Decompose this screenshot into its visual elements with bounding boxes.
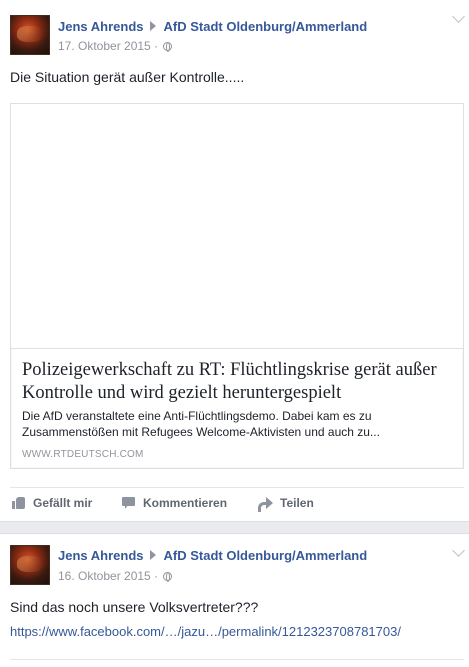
- actions-divider: [10, 659, 464, 660]
- post-actions-bar: Gefällt mir Kommentieren Teilen: [10, 496, 464, 514]
- link-preview-title[interactable]: Polizeigewerkschaft zu RT: Flüchtlingskr…: [22, 359, 452, 405]
- post-text: Die Situation gerät außer Kontrolle.....: [10, 69, 245, 85]
- share-button[interactable]: Teilen: [258, 496, 314, 512]
- post-link[interactable]: https://www.facebook.com/…/jazu…/permali…: [10, 624, 401, 639]
- thumbs-up-icon: [12, 497, 26, 509]
- triangle-right-icon: [149, 21, 156, 31]
- like-label: Gefällt mir: [33, 496, 93, 510]
- meta-separator: ·: [154, 39, 159, 53]
- comment-label: Kommentieren: [143, 496, 228, 510]
- feed-post: Jens Ahrends AfD Stadt Oldenburg/Ammerlan…: [0, 533, 469, 667]
- globe-icon[interactable]: [163, 572, 173, 582]
- page-name-link[interactable]: AfD Stadt Oldenburg/Ammerland: [164, 19, 368, 34]
- post-timestamp[interactable]: 17. Oktober 2015: [58, 39, 151, 53]
- comment-bubble-icon: [122, 497, 136, 509]
- post-meta: 17. Oktober 2015 ·: [58, 39, 173, 53]
- chevron-down-icon[interactable]: [452, 544, 465, 557]
- link-preview-domain: WWW.RTDEUTSCH.COM: [22, 449, 144, 460]
- post-timestamp[interactable]: 16. Oktober 2015: [58, 569, 151, 583]
- author-name-link[interactable]: Jens Ahrends: [58, 19, 144, 34]
- chevron-down-icon[interactable]: [452, 10, 465, 23]
- link-preview-description: Die AfD veranstaltete eine Anti-Flüchtli…: [22, 409, 380, 439]
- comment-button[interactable]: Kommentieren: [122, 496, 227, 510]
- link-preview-image[interactable]: [11, 104, 463, 349]
- like-button[interactable]: Gefällt mir: [12, 496, 92, 510]
- meta-separator: ·: [154, 569, 159, 583]
- post-header: Jens Ahrends AfD Stadt Oldenburg/Ammerlan…: [58, 548, 367, 563]
- author-name-link[interactable]: Jens Ahrends: [58, 548, 144, 563]
- page-name-link[interactable]: AfD Stadt Oldenburg/Ammerland: [164, 548, 368, 563]
- share-label: Teilen: [280, 496, 314, 510]
- link-preview-card[interactable]: Polizeigewerkschaft zu RT: Flüchtlingskr…: [10, 103, 464, 469]
- triangle-right-icon: [149, 550, 156, 560]
- author-avatar[interactable]: [10, 15, 50, 55]
- post-meta: 16. Oktober 2015 ·: [58, 569, 173, 583]
- actions-divider: [10, 487, 464, 488]
- feed-post: Jens Ahrends AfD Stadt Oldenburg/Ammerlan…: [0, 0, 469, 522]
- share-arrow-icon: [258, 497, 273, 512]
- globe-icon[interactable]: [163, 42, 173, 52]
- post-header: Jens Ahrends AfD Stadt Oldenburg/Ammerlan…: [58, 19, 367, 34]
- post-text: Sind das noch unsere Volksvertreter???: [10, 599, 259, 615]
- author-avatar[interactable]: [10, 545, 50, 585]
